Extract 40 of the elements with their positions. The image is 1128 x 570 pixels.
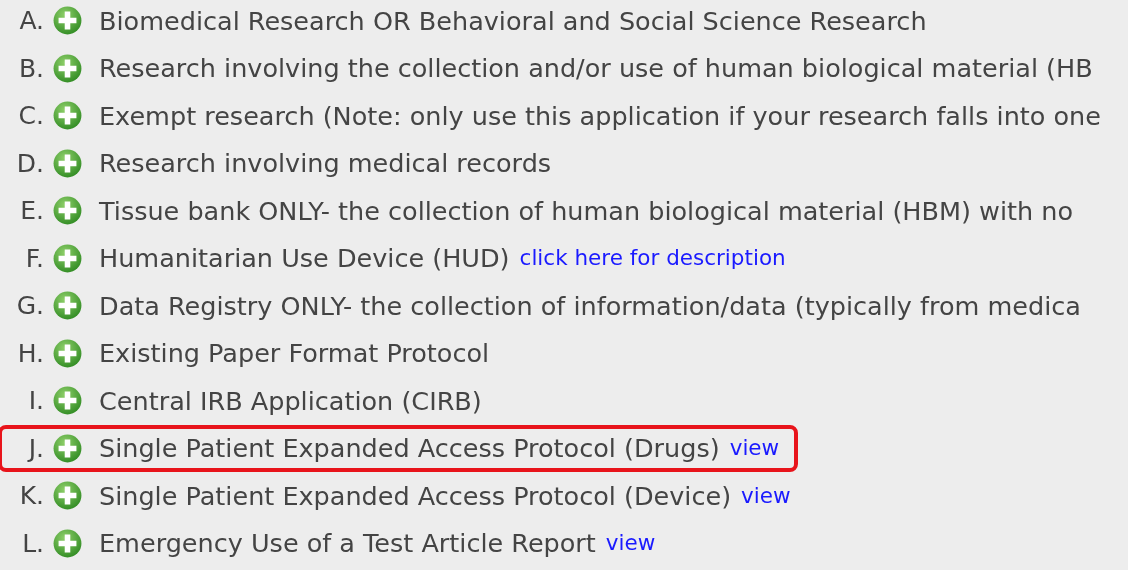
option-link[interactable]: click here for description xyxy=(519,242,786,275)
option-letter: L. xyxy=(21,527,44,560)
option-label: Single Patient Expanded Access Protocol (Drugs) xyxy=(99,432,720,466)
option-letter: I. xyxy=(27,385,44,417)
option-label: Data Registry ONLY- the collection of information/data (typically from medica xyxy=(99,289,1081,323)
add-icon[interactable] xyxy=(53,433,82,463)
add-icon[interactable] xyxy=(53,528,82,558)
option-letter: J. xyxy=(26,432,44,465)
add-icon[interactable] xyxy=(53,481,82,511)
option-letter: B. xyxy=(17,52,44,85)
option-letter: A. xyxy=(18,5,44,37)
option-label: Central IRB Application (CIRB) xyxy=(99,384,482,418)
add-icon[interactable] xyxy=(53,243,82,273)
option-label: Single Patient Expanded Access Protocol (Device) xyxy=(99,479,732,513)
option-label: Research involving the collection and/or use of human biological material (HB xyxy=(99,52,1093,86)
option-link[interactable]: view xyxy=(605,527,656,560)
option-label: Existing Paper Format Protocol xyxy=(99,337,490,371)
add-icon[interactable] xyxy=(53,6,82,36)
option-label: Exempt research (Note: only use this application if your research falls into one xyxy=(99,99,1101,133)
add-icon[interactable] xyxy=(53,101,82,131)
add-icon[interactable] xyxy=(53,338,82,368)
add-icon[interactable] xyxy=(53,148,82,178)
option-letter: K. xyxy=(18,480,44,512)
option-letter: F. xyxy=(24,242,44,275)
option-label: Biomedical Research OR Behavioral and Social Science Research xyxy=(99,4,927,38)
option-letter: E. xyxy=(19,195,44,227)
option-letter: D. xyxy=(15,147,44,180)
option-link[interactable]: view xyxy=(741,479,791,512)
add-icon[interactable] xyxy=(53,386,82,416)
option-label: Research involving medical records xyxy=(99,147,552,181)
option-link[interactable]: view xyxy=(729,432,780,465)
option-letter: C. xyxy=(17,100,44,132)
option-letter: G. xyxy=(15,290,44,322)
option-label: Emergency Use of a Test Article Report xyxy=(99,527,596,561)
option-letter: H. xyxy=(16,337,44,370)
add-icon[interactable] xyxy=(53,291,82,321)
option-label: Humanitarian Use Device (HUD) xyxy=(99,242,510,276)
add-icon[interactable] xyxy=(53,53,82,83)
option-label: Tissue bank ONLY- the collection of human biological material (HBM) with no xyxy=(99,194,1074,228)
add-icon[interactable] xyxy=(53,196,82,226)
